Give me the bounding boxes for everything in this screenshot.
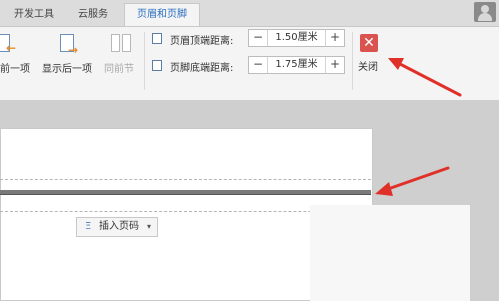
annotation-arrows — [375, 58, 462, 196]
annotation-arrow-close — [388, 58, 462, 97]
annotation-arrow-header-line — [375, 166, 450, 196]
